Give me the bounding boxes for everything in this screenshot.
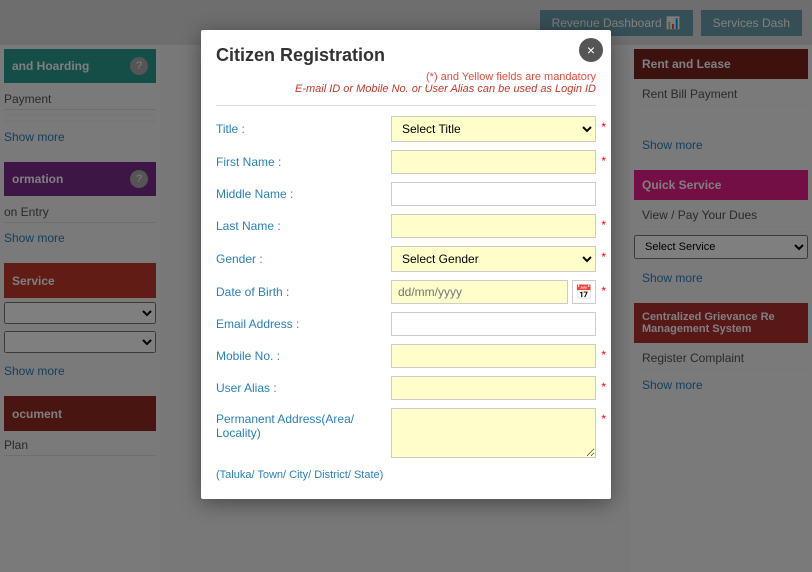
dob-input[interactable] (391, 280, 568, 304)
middlename-label: Middle Name : (216, 187, 391, 201)
mandatory-note: (*) and Yellow fields are mandatory (216, 71, 596, 83)
address-required-star: * (601, 412, 606, 426)
alias-field: * (391, 376, 596, 400)
address-textarea[interactable] (391, 408, 596, 458)
lastname-required-star: * (601, 218, 606, 232)
title-field: Select Title Mr. Mrs. Ms. Dr. * (391, 116, 596, 142)
mobile-input[interactable] (391, 344, 596, 368)
gender-select[interactable]: Select Gender Male Female Other (391, 246, 596, 272)
address-field: * (391, 408, 596, 461)
title-label: Title : (216, 122, 391, 136)
title-row: Title : Select Title Mr. Mrs. Ms. Dr. * (216, 116, 596, 142)
modal-title: Citizen Registration (201, 30, 611, 71)
address-label: Permanent Address(Area/ Locality) (216, 408, 391, 440)
email-row: Email Address : (216, 312, 596, 336)
modal-body: Title : Select Title Mr. Mrs. Ms. Dr. * … (201, 106, 611, 499)
middlename-row: Middle Name : (216, 182, 596, 206)
gender-label: Gender : (216, 252, 391, 266)
citizen-registration-modal: × Citizen Registration (*) and Yellow fi… (201, 30, 611, 499)
dob-field: 📅 * (391, 280, 596, 304)
email-note: E-mail ID or Mobile No. or User Alias ca… (216, 83, 596, 95)
calendar-icon[interactable]: 📅 (572, 280, 596, 304)
firstname-required-star: * (601, 154, 606, 168)
lastname-field: * (391, 214, 596, 238)
email-field (391, 312, 596, 336)
title-required-star: * (601, 120, 606, 134)
close-icon: × (587, 42, 595, 58)
alias-input[interactable] (391, 376, 596, 400)
dob-label: Date of Birth : (216, 285, 391, 299)
firstname-input[interactable] (391, 150, 596, 174)
firstname-row: First Name : * (216, 150, 596, 174)
title-select[interactable]: Select Title Mr. Mrs. Ms. Dr. (391, 116, 596, 142)
mobile-field: * (391, 344, 596, 368)
taluka-row: (Taluka/ Town/ City/ District/ State) (216, 469, 596, 481)
mobile-label: Mobile No. : (216, 349, 391, 363)
alias-label: User Alias : (216, 381, 391, 395)
modal-notes: (*) and Yellow fields are mandatory E-ma… (201, 71, 611, 105)
email-label: Email Address : (216, 317, 391, 331)
lastname-label: Last Name : (216, 219, 391, 233)
dob-row: Date of Birth : 📅 * (216, 280, 596, 304)
lastname-row: Last Name : * (216, 214, 596, 238)
mobile-required-star: * (601, 348, 606, 362)
taluka-label: (Taluka/ Town/ City/ District/ State) (216, 469, 391, 481)
address-row: Permanent Address(Area/ Locality) * (216, 408, 596, 461)
alias-row: User Alias : * (216, 376, 596, 400)
modal-overlay: × Citizen Registration (*) and Yellow fi… (0, 0, 812, 572)
gender-row: Gender : Select Gender Male Female Other… (216, 246, 596, 272)
email-input[interactable] (391, 312, 596, 336)
dob-required-star: * (601, 284, 606, 298)
date-field-wrap: 📅 (391, 280, 596, 304)
firstname-label: First Name : (216, 155, 391, 169)
mobile-row: Mobile No. : * (216, 344, 596, 368)
lastname-input[interactable] (391, 214, 596, 238)
middlename-input[interactable] (391, 182, 596, 206)
alias-required-star: * (601, 380, 606, 394)
firstname-field: * (391, 150, 596, 174)
gender-required-star: * (601, 250, 606, 264)
modal-close-button[interactable]: × (579, 38, 603, 62)
middlename-field (391, 182, 596, 206)
gender-field: Select Gender Male Female Other * (391, 246, 596, 272)
